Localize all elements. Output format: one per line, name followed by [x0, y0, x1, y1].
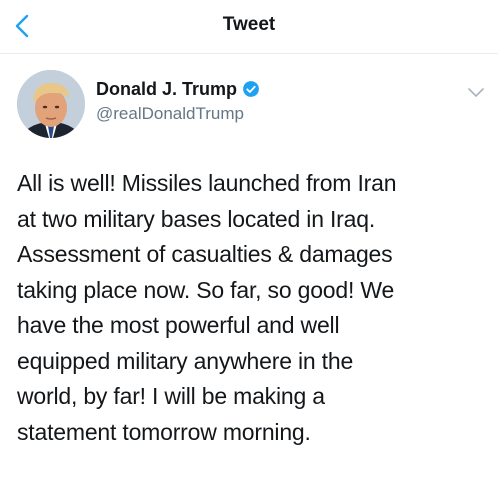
- tweet-text-line: taking place now. So far, so good! We: [17, 276, 395, 303]
- avatar[interactable]: [17, 70, 85, 138]
- tweet-header: Tweet: [0, 0, 498, 54]
- tweet-text-line: at two military bases located in Iraq.: [17, 205, 376, 232]
- tweet-text-line: have the most powerful and well: [17, 312, 340, 338]
- chevron-down-icon[interactable]: [466, 86, 486, 100]
- page-title: Tweet: [222, 14, 276, 35]
- avatar-image: [17, 70, 85, 138]
- author-name-row[interactable]: Donald J. Trump: [96, 77, 260, 101]
- tweet-text-line: statement tomorrow morning.: [17, 418, 311, 445]
- tweet-text-line: world, by far! I will be making a: [17, 383, 325, 409]
- verified-badge-icon: [243, 81, 259, 97]
- author-handle[interactable]: @realDonaldTrump: [96, 104, 244, 124]
- tweet-text-line: equipped military anywhere in the: [17, 347, 354, 374]
- tweet-text-line: All is well! Missiles launched from Iran: [17, 170, 397, 196]
- tweet-text-line: Assessment of casualties & damages: [17, 241, 393, 267]
- tweet-text: All is well! Missiles launched from Iran…: [17, 166, 487, 450]
- author-display-name[interactable]: Donald J. Trump: [96, 79, 237, 100]
